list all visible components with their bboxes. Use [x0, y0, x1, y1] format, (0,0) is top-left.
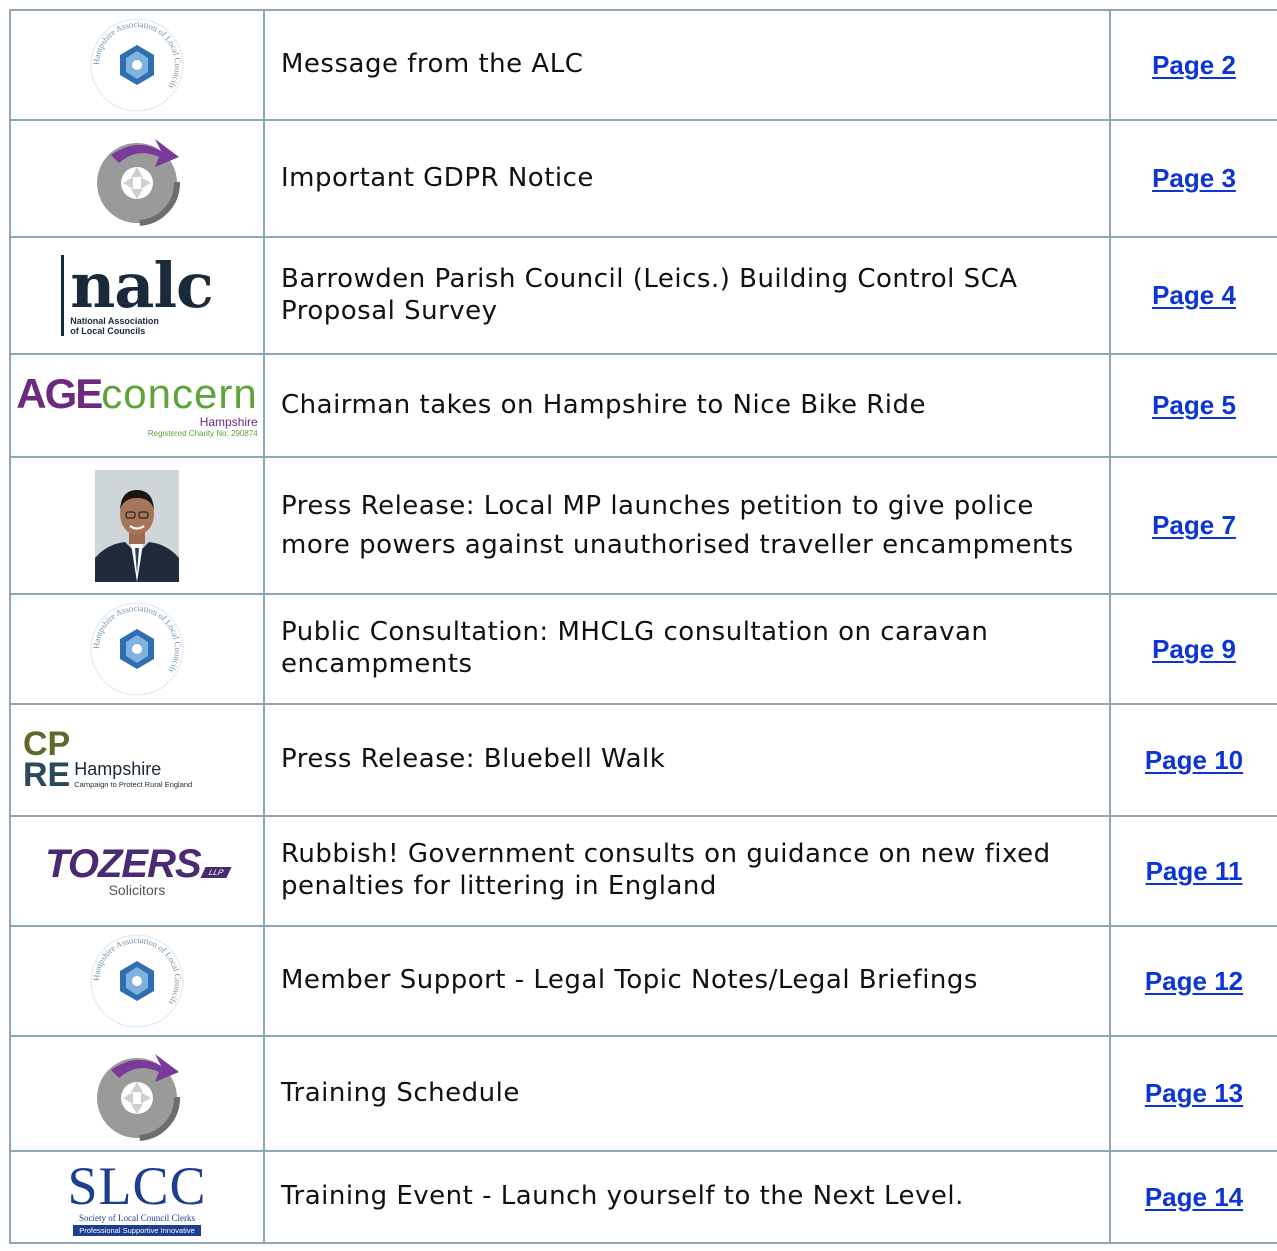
page-link[interactable]: Page 4 [1152, 280, 1236, 311]
table-row: Training Schedule Page 13 [9, 1035, 1277, 1150]
page-link[interactable]: Page 13 [1145, 1078, 1243, 1109]
table-row: SLCC Society of Local Council Clerks Pro… [9, 1150, 1277, 1244]
table-row: Hampshire Association of Local Councils … [9, 9, 1277, 119]
arrow-circle-logo [94, 1053, 180, 1141]
nalc-wordmark: nalc [70, 248, 214, 322]
slcc-logo: SLCC Society of Local Council Clerks Pro… [67, 1159, 206, 1236]
nalc-subtitle-2: of Local Councils [70, 325, 146, 336]
table-row: Tozers LLP Solicitors Rubbish! Governmen… [9, 815, 1277, 925]
slcc-subtitle: Society of Local Council Clerks [79, 1212, 195, 1223]
slcc-wordmark: SLCC [67, 1155, 207, 1216]
page-link[interactable]: Page 2 [1152, 50, 1236, 81]
entry-title: Important GDPR Notice [265, 121, 1111, 236]
contents-table: Hampshire Association of Local Councils … [9, 9, 1277, 1244]
tozers-wordmark: Tozers [45, 842, 202, 886]
tozers-llp-badge: LLP [200, 867, 232, 878]
slcc-tagline: Professional Supportive Innovative [73, 1224, 201, 1236]
logo-cell: Hampshire Association of Local Councils [11, 11, 265, 119]
hampshire-alc-logo: Hampshire Association of Local Councils [90, 934, 184, 1028]
page-link[interactable]: Page 3 [1152, 163, 1236, 194]
logo-cell: Hampshire Association of Local Councils [11, 595, 265, 703]
entry-title: Barrowden Parish Council (Leics.) Buildi… [265, 238, 1111, 353]
entry-title: Training Schedule [265, 1037, 1111, 1150]
logo-cell: nalc National Association of Local Counc… [11, 238, 265, 353]
page-link[interactable]: Page 10 [1145, 745, 1243, 776]
tozers-subtitle: Solicitors [108, 882, 166, 898]
hampshire-alc-logo: Hampshire Association of Local Councils [90, 602, 184, 696]
table-row: Press Release: Local MP launches petitio… [9, 456, 1277, 593]
cpre-region: Hampshire [74, 758, 162, 779]
logo-cell [11, 1037, 265, 1150]
mp-portrait-photo [95, 469, 179, 582]
cpre-mark-bottom: RE [23, 756, 71, 794]
logo-cell [11, 458, 265, 593]
cpre-logo: CP RE Hampshire Campaign to Protect Rura… [23, 728, 193, 794]
logo-cell: SLCC Society of Local Council Clerks Pro… [11, 1152, 265, 1242]
entry-title: Chairman takes on Hampshire to Nice Bike… [265, 355, 1111, 456]
logo-cell: CP RE Hampshire Campaign to Protect Rura… [11, 705, 265, 815]
hampshire-alc-logo: Hampshire Association of Local Councils [90, 18, 184, 112]
cpre-subtitle: Campaign to Protect Rural England [74, 779, 193, 789]
page-link[interactable]: Page 9 [1152, 634, 1236, 665]
page-link[interactable]: Page 5 [1152, 390, 1236, 421]
entry-title: Press Release: Bluebell Walk [265, 705, 1111, 815]
page-link[interactable]: Page 11 [1146, 856, 1243, 887]
entry-title: Member Support - Legal Topic Notes/Legal… [265, 927, 1111, 1035]
entry-title: Training Event - Launch yourself to the … [265, 1152, 1111, 1242]
logo-cell: Tozers LLP Solicitors [11, 817, 265, 925]
age-concern-wordmark: AGECONCERN [16, 370, 258, 417]
entry-title: Message from the ALC [265, 11, 1111, 119]
table-row: Hampshire Association of Local Councils … [9, 593, 1277, 703]
age-concern-logo: AGECONCERN Hampshire Registered Charity … [16, 370, 258, 439]
age-concern-charity-no: Registered Charity No: 290874 [147, 429, 258, 438]
nalc-logo: nalc National Association of Local Counc… [61, 248, 214, 337]
entry-title: Public Consultation: MHCLG consultation … [265, 595, 1111, 703]
table-row: Hampshire Association of Local Councils … [9, 925, 1277, 1035]
table-row: CP RE Hampshire Campaign to Protect Rura… [9, 703, 1277, 815]
entry-title: Press Release: Local MP launches petitio… [265, 458, 1111, 593]
logo-cell: Hampshire Association of Local Councils [11, 927, 265, 1035]
table-row: Important GDPR Notice Page 3 [9, 119, 1277, 236]
age-concern-region: Hampshire [199, 415, 258, 429]
table-row: AGECONCERN Hampshire Registered Charity … [9, 353, 1277, 456]
logo-cell [11, 121, 265, 236]
page-link[interactable]: Page 12 [1145, 966, 1243, 997]
table-row: nalc National Association of Local Counc… [9, 236, 1277, 353]
logo-cell: AGECONCERN Hampshire Registered Charity … [11, 355, 265, 456]
page-link[interactable]: Page 7 [1152, 510, 1236, 541]
arrow-circle-logo [94, 138, 180, 226]
tozers-logo: Tozers LLP Solicitors [45, 842, 232, 898]
page-link[interactable]: Page 14 [1145, 1182, 1243, 1213]
entry-title: Rubbish! Government consults on guidance… [265, 817, 1111, 925]
